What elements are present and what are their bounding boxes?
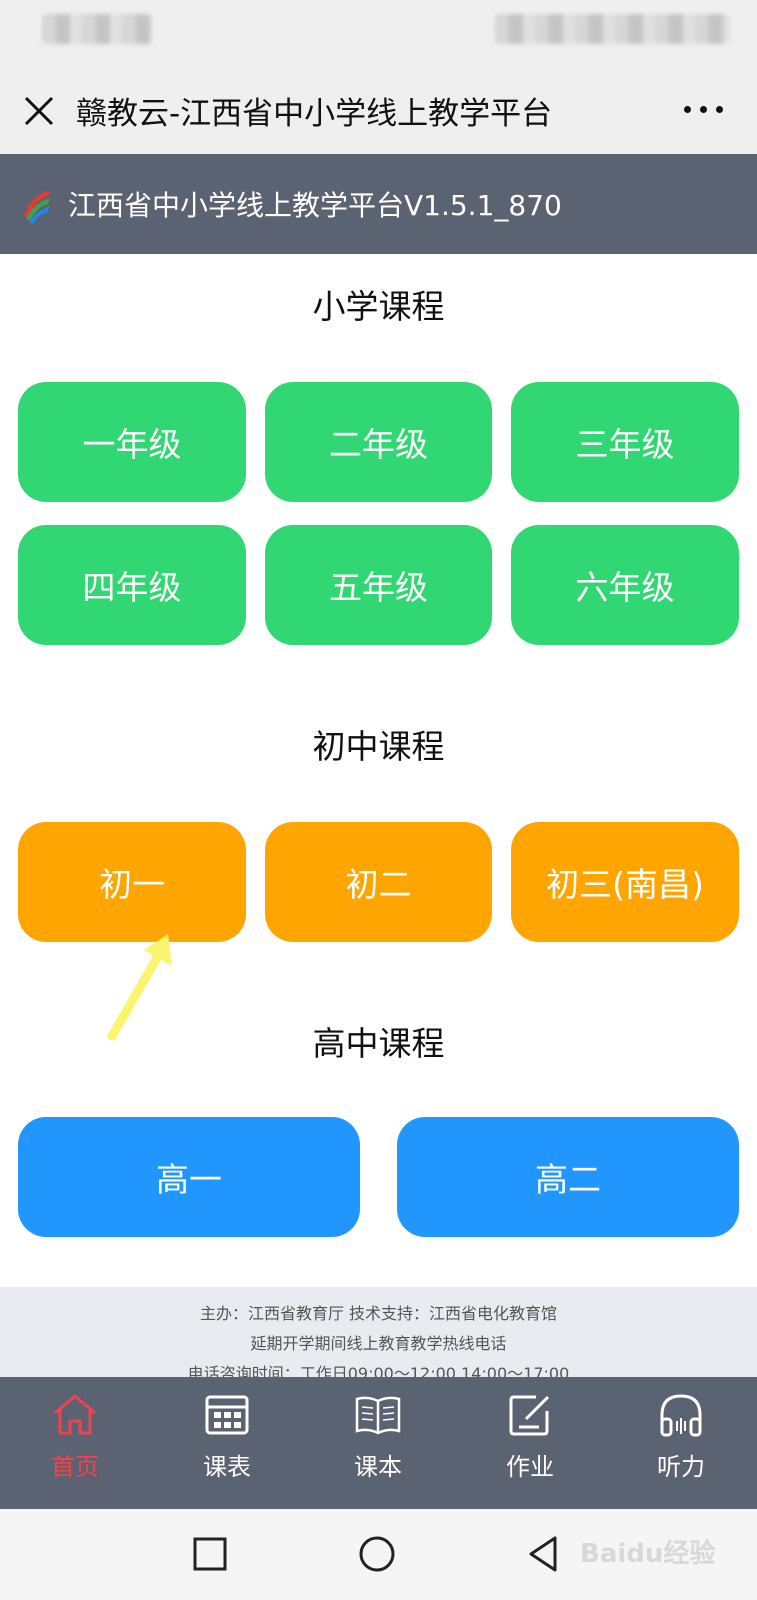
grade-1-button[interactable]: 一年级 (18, 382, 246, 502)
tab-home-label: 首页 (51, 1453, 99, 1481)
calendar-icon (205, 1395, 249, 1435)
tab-listening[interactable]: 听力 (621, 1391, 741, 1501)
tab-schedule-label: 课表 (203, 1453, 251, 1481)
book-icon (355, 1396, 401, 1435)
tab-textbook-label: 课本 (354, 1453, 402, 1481)
footer-hotline: 延期开学期间线上教育教学热线电话 (250, 1334, 507, 1353)
grade-4-button[interactable]: 四年级 (18, 525, 246, 645)
more-options-icon[interactable] (684, 106, 724, 118)
grade-3-button[interactable]: 三年级 (511, 382, 739, 502)
tab-listening-label: 听力 (657, 1453, 705, 1481)
tab-textbook[interactable]: 课本 (318, 1391, 438, 1501)
senior-grade-2-button[interactable]: 高二 (397, 1117, 739, 1237)
junior-section-title: 初中课程 (312, 727, 445, 766)
senior-grade-1-button[interactable]: 高一 (18, 1117, 360, 1237)
bottom-tab-bar: 首页 课表 课本 作业 听力 (0, 1377, 757, 1509)
footer-info: 主办：江西省教育厅 技术支持：江西省电化教育馆 延期开学期间线上教育教学热线电话… (0, 1287, 757, 1377)
recent-apps-icon[interactable] (188, 1532, 232, 1576)
tab-home[interactable]: 首页 (15, 1391, 135, 1501)
grade-6-button[interactable]: 六年级 (511, 525, 739, 645)
tab-schedule[interactable]: 课表 (167, 1391, 287, 1501)
grade-2-button[interactable]: 二年级 (265, 382, 492, 502)
headphones-icon (660, 1394, 702, 1437)
home-icon (54, 1394, 96, 1435)
baidu-watermark: Baidu经验 (580, 1539, 716, 1569)
footer-hours: 电话咨询时间：工作日09:00～12:00 14:00～17:00 (187, 1364, 570, 1377)
platform-logo-icon (24, 190, 50, 224)
edit-icon (509, 1395, 550, 1436)
tab-homework[interactable]: 作业 (470, 1391, 590, 1501)
senior-section-title: 高中课程 (312, 1024, 445, 1063)
webview-title-bar: 赣教云-江西省中小学线上教学平台 (0, 68, 757, 154)
junior-grade-3-nanchang-button[interactable]: 初三(南昌) (511, 822, 739, 942)
junior-grade-1-button[interactable]: 初一 (18, 822, 246, 942)
system-navigation-bar: Baidu经验 (0, 1509, 757, 1600)
app-header-title: 江西省中小学线上教学平台V1.5.1_870 (68, 189, 562, 222)
back-icon[interactable] (523, 1532, 567, 1576)
status-bar-right-blurred (495, 14, 730, 44)
status-bar-left-blurred (42, 14, 152, 44)
home-button-icon[interactable] (355, 1532, 399, 1576)
status-bar (0, 0, 757, 68)
grade-5-button[interactable]: 五年级 (265, 525, 492, 645)
primary-section-title: 小学课程 (312, 287, 445, 326)
footer-sponsor: 主办：江西省教育厅 技术支持：江西省电化教育馆 (199, 1304, 558, 1323)
app-header: 江西省中小学线上教学平台V1.5.1_870 (0, 154, 757, 254)
tab-homework-label: 作业 (506, 1453, 554, 1481)
junior-grade-2-button[interactable]: 初二 (265, 822, 492, 942)
close-icon[interactable] (20, 92, 58, 130)
webview-title: 赣教云-江西省中小学线上教学平台 (76, 96, 553, 132)
